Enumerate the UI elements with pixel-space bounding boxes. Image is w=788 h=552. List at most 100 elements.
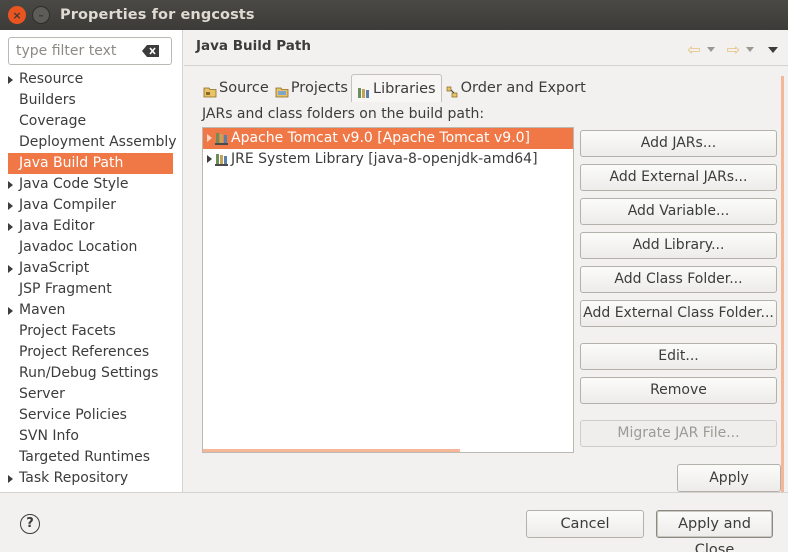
tab-source[interactable]: Source (200, 74, 272, 102)
tree-item-label: Javadoc Location (19, 239, 138, 255)
libraries-list[interactable]: Apache Tomcat v9.0 [Apache Tomcat v9.0] J… (202, 127, 574, 453)
filter-input[interactable] (16, 43, 144, 59)
cancel-button[interactable]: Cancel (526, 510, 644, 538)
filter-box (8, 37, 172, 65)
tree-item-label: Run/Debug Settings (19, 365, 159, 381)
expand-triangle-icon[interactable] (207, 134, 212, 142)
expand-triangle-icon[interactable] (8, 475, 13, 483)
tab-order-and-export[interactable]: Order and Export (442, 74, 589, 102)
library-entry[interactable]: JRE System Library [java-8-openjdk-amd64… (203, 149, 573, 170)
order-export-icon (445, 81, 459, 98)
tab-label: Source (219, 80, 269, 96)
library-entry-label: Apache Tomcat v9.0 [Apache Tomcat v9.0] (231, 130, 531, 146)
clear-filter-icon[interactable] (142, 45, 159, 57)
tree-item[interactable]: JavaScript (0, 258, 182, 279)
add-external-class-folder-button[interactable]: Add External Class Folder... (580, 300, 777, 327)
expand-triangle-icon[interactable] (8, 76, 13, 84)
library-entry[interactable]: Apache Tomcat v9.0 [Apache Tomcat v9.0] (203, 128, 573, 149)
build-path-tabs: Source Projects Libraries Order and Export (200, 74, 589, 102)
tree-item-label: Targeted Runtimes (19, 449, 151, 465)
add-external-jars-button[interactable]: Add External JARs... (580, 164, 777, 191)
tree-item-label: Maven (19, 302, 66, 318)
tab-projects[interactable]: Projects (272, 74, 351, 102)
header-separator (184, 65, 788, 66)
libraries-description: JARs and class folders on the build path… (202, 106, 485, 122)
tree-item[interactable]: Resource (0, 69, 182, 90)
expand-triangle-icon[interactable] (8, 181, 13, 189)
libraries-tab-content: JARs and class folders on the build path… (194, 102, 780, 492)
tree-item-label: Java Build Path (19, 155, 124, 171)
tree-item[interactable]: Coverage (0, 111, 182, 132)
view-menu-icon[interactable] (768, 46, 778, 53)
property-pages-pane: Resource Builders Coverage Deployment Assem… (0, 30, 183, 492)
tree-item[interactable]: Project References (0, 342, 182, 363)
expand-triangle-icon[interactable] (8, 265, 13, 273)
tree-item[interactable]: Project Facets (0, 321, 182, 342)
dialog-button-bar: ? Cancel Apply and Close (0, 492, 788, 552)
add-jars-button[interactable]: Add JARs... (580, 130, 777, 157)
tree-item[interactable]: Service Policies (0, 405, 182, 426)
migrate-jar-button: Migrate JAR File... (580, 420, 777, 447)
tree-item[interactable]: Java Editor (0, 216, 182, 237)
remove-button[interactable]: Remove (580, 377, 777, 404)
forward-arrow-icon[interactable]: ⇨ (727, 40, 740, 59)
projects-folder-icon (275, 81, 289, 98)
tree-item-label: Java Compiler (19, 197, 117, 213)
add-library-button[interactable]: Add Library... (580, 232, 777, 259)
tree-item[interactable]: Deployment Assembly (0, 132, 182, 153)
property-pages-tree: Resource Builders Coverage Deployment Assem… (0, 69, 182, 489)
tree-item-label: Task Repository (19, 470, 129, 486)
add-variable-button[interactable]: Add Variable... (580, 198, 777, 225)
tree-item[interactable]: Java Code Style (0, 174, 182, 195)
page-scrollbar[interactable] (781, 76, 784, 492)
tab-label: Libraries (372, 80, 436, 97)
libraries-icon (357, 82, 371, 98)
tree-item-label: Resource (19, 71, 84, 87)
tree-item[interactable]: Server (0, 384, 182, 405)
source-folder-icon (203, 81, 217, 98)
tree-item-label: Service Policies (19, 407, 127, 423)
expand-triangle-icon[interactable] (207, 155, 212, 163)
back-arrow-icon[interactable]: ⇦ (687, 40, 700, 59)
tree-item[interactable]: Java Compiler (0, 195, 182, 216)
edit-button[interactable]: Edit... (580, 343, 777, 370)
tree-item[interactable]: Builders (0, 90, 182, 111)
tree-item-label: Project References (19, 344, 150, 360)
tree-item-label: Builders (19, 92, 76, 108)
list-horizontal-scrollbar[interactable] (203, 449, 460, 452)
build-path-page: Java Build Path ⇦ ⇨ Source Projects Librar… (184, 30, 788, 492)
library-container-icon (215, 154, 228, 166)
tree-item[interactable]: Java Build Path (8, 153, 173, 174)
tree-item[interactable]: SVN Info (0, 426, 182, 447)
tab-libraries[interactable]: Libraries (350, 74, 442, 102)
tree-item[interactable]: Javadoc Location (0, 237, 182, 258)
tree-item[interactable]: Task Repository (0, 468, 182, 489)
tree-item-label: Coverage (19, 113, 87, 129)
expand-triangle-icon[interactable] (8, 223, 13, 231)
expand-triangle-icon[interactable] (8, 202, 13, 210)
tree-item[interactable]: JSP Fragment (0, 279, 182, 300)
back-history-dropdown-icon[interactable] (706, 47, 715, 52)
tree-item-label: Deployment Assembly (19, 134, 177, 150)
tab-label: Order and Export (460, 80, 586, 96)
tree-item[interactable]: Maven (0, 300, 182, 321)
apply-button[interactable]: Apply (677, 464, 781, 492)
add-class-folder-button[interactable]: Add Class Folder... (580, 266, 777, 293)
help-icon[interactable]: ? (20, 514, 40, 534)
window-close-button[interactable]: × (8, 6, 26, 24)
page-title: Java Build Path (196, 38, 311, 54)
apply-and-close-button[interactable]: Apply and Close (656, 510, 773, 552)
window-minimize-button[interactable]: – (32, 6, 50, 24)
tree-item-label: Java Editor (19, 218, 95, 234)
tree-item[interactable]: Run/Debug Settings (0, 363, 182, 384)
tree-item-label: Server (19, 386, 65, 402)
tab-label: Projects (290, 80, 348, 96)
library-entry-label: JRE System Library [java-8-openjdk-amd64… (231, 151, 538, 167)
library-container-icon (215, 133, 228, 145)
tree-item-label: JavaScript (19, 260, 90, 276)
tree-item[interactable]: Targeted Runtimes (0, 447, 182, 468)
tree-item-label: Java Code Style (19, 176, 129, 192)
expand-triangle-icon[interactable] (8, 307, 13, 315)
title-bar: × – Properties for engcosts (0, 0, 788, 30)
forward-history-dropdown-icon[interactable] (746, 47, 754, 52)
